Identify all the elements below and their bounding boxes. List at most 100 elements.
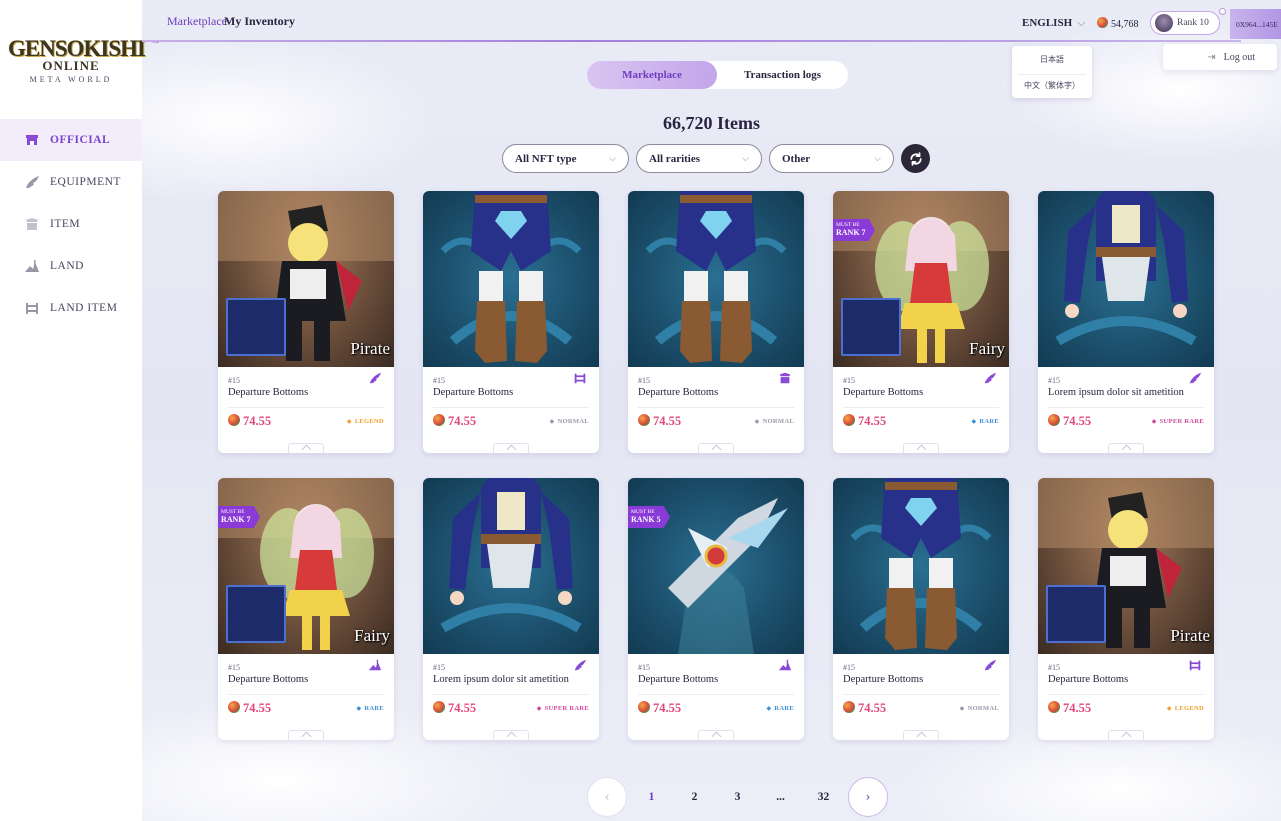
card-notch <box>493 730 529 740</box>
item-card[interactable]: #15 Departure Bottoms 74.55 ◆ NORMAL <box>628 191 804 453</box>
page-number[interactable]: 2 <box>673 791 716 803</box>
item-thumbnail <box>1046 585 1106 643</box>
item-name: Departure Bottoms <box>1048 674 1129 685</box>
item-number: #15 <box>843 376 855 385</box>
rank-requirement-badge: MUST BE RANK 5 <box>628 506 670 528</box>
item-image: MUST BE RANK 5 <box>628 478 804 654</box>
price-value: 74.55 <box>1063 701 1092 715</box>
costume-label: Fairy <box>969 339 1005 358</box>
item-card[interactable]: MUST BE RANK 5 #15 Departure Bottoms 74.55 ◆ R… <box>628 478 804 740</box>
costume-label: Pirate <box>1170 626 1210 645</box>
price-value: 74.55 <box>448 701 477 715</box>
item-card[interactable]: #15 Departure Bottoms 74.55 ◆ NORMAL <box>833 478 1009 740</box>
card-notch <box>288 730 324 740</box>
coin-icon <box>638 701 650 713</box>
rarity-badge: ◆ NORMAL <box>960 705 999 712</box>
rarity-gem-icon: ◆ <box>959 705 965 712</box>
rarity-label: NORMAL <box>967 705 999 712</box>
coin-icon <box>433 701 445 713</box>
page-list: 1 2 3... 32 <box>630 791 845 803</box>
page-number[interactable]: 32 <box>802 791 845 803</box>
item-name: Departure Bottoms <box>228 387 309 398</box>
page-number[interactable]: 1 <box>630 791 673 803</box>
item-price: 74.55 <box>638 414 681 429</box>
price-value: 74.55 <box>1063 414 1092 428</box>
language-option-chinese[interactable]: 中文（繁体字） <box>1018 74 1086 96</box>
tab-marketplace[interactable]: Marketplace <box>587 61 717 89</box>
rarity-gem-icon: ◆ <box>536 705 542 712</box>
rarity-badge: ◆ RARE <box>356 705 384 712</box>
rarity-badge: ◆ RARE <box>971 418 999 425</box>
rank-requirement-badge: MUST BE RANK 7 <box>833 219 875 241</box>
coin-icon <box>228 414 240 426</box>
item-card[interactable]: MUST BE RANK 7 Fairy #15 Departure Bottoms 74… <box>833 191 1009 453</box>
item-name: Lorem ipsum dolor sit ametition <box>433 674 569 685</box>
item-image <box>1038 191 1214 367</box>
card-notch <box>493 443 529 453</box>
divider <box>433 694 589 695</box>
land-icon <box>778 658 792 672</box>
sidebar-item-label: LAND <box>50 260 84 272</box>
language-dropdown-menu: 日本語 中文（繁体字） <box>1012 46 1092 98</box>
rarity-label: SUPER RARE <box>1159 418 1204 425</box>
rarity-dropdown[interactable]: All rarities ⌵ <box>636 144 762 173</box>
rarity-gem-icon: ◆ <box>1151 418 1157 425</box>
rarity-gem-icon: ◆ <box>754 418 760 425</box>
sidebar-item-equipment[interactable]: EQUIPMENT <box>0 161 142 203</box>
language-option-japanese[interactable]: 日本語 <box>1018 49 1086 71</box>
rarity-gem-icon: ◆ <box>549 418 555 425</box>
prev-page-button[interactable]: ‹ <box>587 777 627 817</box>
price-value: 74.55 <box>653 414 682 428</box>
item-name: Departure Bottoms <box>843 387 924 398</box>
rarity-gem-icon: ◆ <box>346 418 352 425</box>
other-value: Other <box>782 152 811 165</box>
item-card[interactable]: Pirate #15 Departure Bottoms 74.55 ◆ LEGEND <box>1038 478 1214 740</box>
divider <box>1048 694 1204 695</box>
item-card[interactable]: Pirate #15 Departure Bottoms 74.55 ◆ LEGEND <box>218 191 394 453</box>
sidebar-item-land[interactable]: LAND <box>0 245 142 287</box>
sidebar-item-item[interactable]: ITEM <box>0 203 142 245</box>
marketplace-tabs: Marketplace Transaction logs <box>587 61 848 89</box>
item-name: Departure Bottoms <box>433 387 514 398</box>
other-dropdown[interactable]: Other ⌵ <box>769 144 894 173</box>
page-number[interactable]: 3 <box>716 791 759 803</box>
item-image: Pirate <box>1038 478 1214 654</box>
rarity-label: LEGEND <box>354 418 384 425</box>
item-name: Departure Bottoms <box>638 674 719 685</box>
logout-button[interactable]: ⇥ Log out <box>1163 44 1277 70</box>
nft-type-dropdown[interactable]: All NFT type ⌵ <box>502 144 629 173</box>
rarity-label: RARE <box>364 705 384 712</box>
rarity-badge: ◆ NORMAL <box>550 418 589 425</box>
card-notch <box>698 730 734 740</box>
logout-icon: ⇥ <box>1207 51 1216 63</box>
item-card[interactable]: MUST BE RANK 7 Fairy #15 Departure Bottoms 74… <box>218 478 394 740</box>
rank-requirement-badge: MUST BE RANK 7 <box>218 506 260 528</box>
arrow-right-icon: → <box>150 35 161 47</box>
sidebar-item-label: LAND ITEM <box>50 302 118 314</box>
divider <box>433 407 589 408</box>
divider <box>228 694 384 695</box>
item-name: Departure Bottoms <box>843 674 924 685</box>
coin-icon <box>433 414 445 426</box>
wing-icon <box>24 174 50 190</box>
logout-label: Log out <box>1223 51 1255 63</box>
item-card[interactable]: #15 Lorem ipsum dolor sit ametition 74.55 ◆… <box>1038 191 1214 453</box>
item-card[interactable]: #15 Lorem ipsum dolor sit ametition 74.55 ◆… <box>423 478 599 740</box>
page-ellipsis: ... <box>776 791 785 803</box>
sidebar-item-land-item[interactable]: LAND ITEM <box>0 287 142 329</box>
item-card[interactable]: #15 Departure Bottoms 74.55 ◆ NORMAL <box>423 191 599 453</box>
refresh-button[interactable] <box>901 144 930 173</box>
rarity-gem-icon: ◆ <box>971 418 977 425</box>
price-value: 74.55 <box>243 701 272 715</box>
item-number: #15 <box>228 663 240 672</box>
tab-transaction-logs[interactable]: Transaction logs <box>717 61 848 89</box>
item-name: Departure Bottoms <box>228 674 309 685</box>
chevron-left-icon: ‹ <box>604 790 610 804</box>
price-value: 74.55 <box>448 414 477 428</box>
wing-icon <box>368 371 382 385</box>
item-number: #15 <box>638 376 650 385</box>
rarity-label: RARE <box>774 705 794 712</box>
gensokishi-logo[interactable]: GENSOKISHI ONLINE META WORLD <box>8 36 146 84</box>
coin-icon <box>843 414 855 426</box>
next-page-button[interactable]: › <box>848 777 888 817</box>
